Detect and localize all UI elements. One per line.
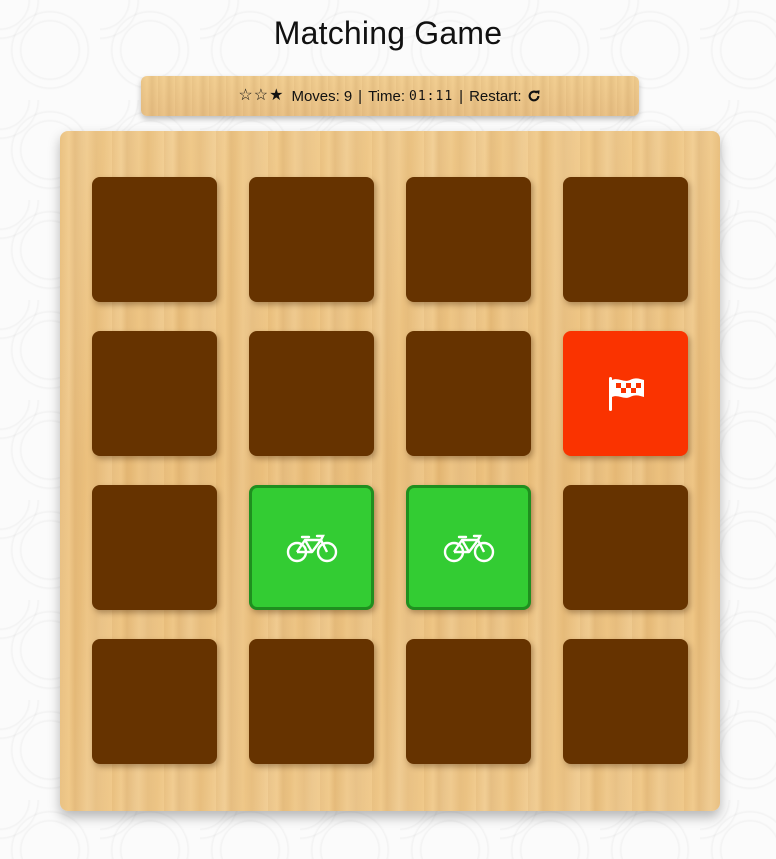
moves-label: Moves: — [291, 87, 340, 105]
card-deck — [60, 131, 720, 811]
star-icon-3: ★ — [269, 87, 284, 104]
card-closed[interactable] — [563, 485, 688, 610]
card-closed[interactable] — [249, 177, 374, 302]
card-closed[interactable] — [92, 639, 217, 764]
score-panel: ☆ ☆ ★ Moves: 9 | Time: 01:11 | Restart: — [141, 76, 639, 116]
moves-count: 9 — [343, 87, 353, 105]
star-icon-2: ☆ — [253, 87, 269, 104]
star-icon-1: ☆ — [238, 87, 253, 104]
card-closed[interactable] — [406, 331, 531, 456]
card-open[interactable] — [563, 331, 688, 456]
bicycle-icon — [443, 533, 495, 563]
card-closed[interactable] — [563, 639, 688, 764]
card-closed[interactable] — [406, 639, 531, 764]
card-match[interactable] — [249, 485, 374, 610]
card-closed[interactable] — [249, 639, 374, 764]
separator: | — [459, 87, 464, 105]
timer: 01:11 — [409, 88, 454, 104]
time-label: Time: — [368, 87, 406, 105]
card-closed[interactable] — [563, 177, 688, 302]
separator: | — [358, 87, 363, 105]
card-closed[interactable] — [92, 485, 217, 610]
bicycle-icon — [286, 533, 338, 563]
card-closed[interactable] — [249, 331, 374, 456]
flag-checkered-icon — [606, 375, 646, 413]
repeat-icon[interactable] — [526, 88, 542, 104]
restart-label: Restart: — [469, 87, 522, 105]
card-match[interactable] — [406, 485, 531, 610]
card-closed[interactable] — [92, 331, 217, 456]
page-title: Matching Game — [273, 15, 503, 51]
star-rating: ☆ ☆ ★ — [238, 88, 283, 104]
card-closed[interactable] — [406, 177, 531, 302]
card-closed[interactable] — [92, 177, 217, 302]
